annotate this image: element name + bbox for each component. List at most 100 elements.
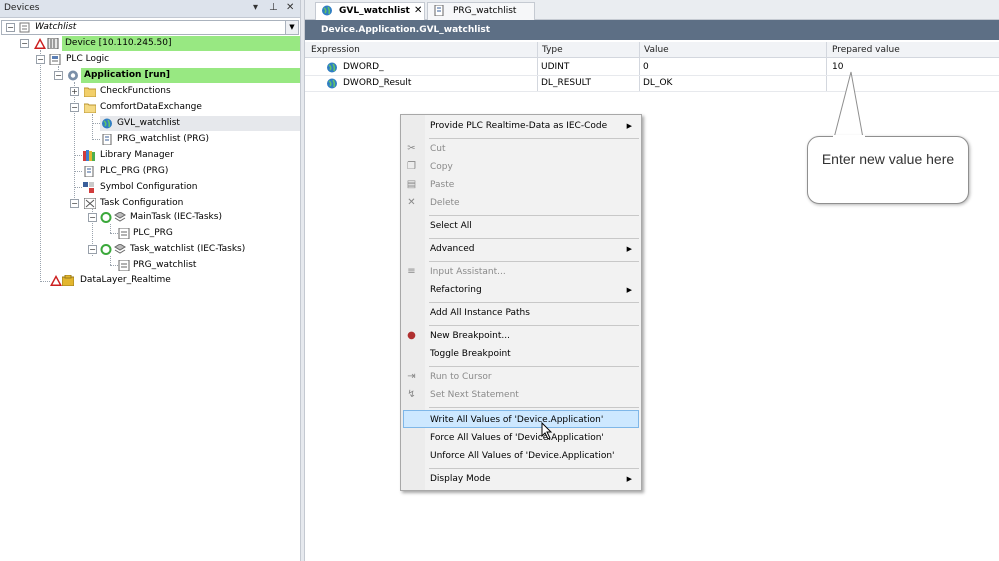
callout-pointer — [833, 71, 864, 139]
devices-pane: Devices ▾ ⊥ ✕ − Watchlist ▼ − Device [10… — [0, 0, 300, 561]
tab-strip: GVL_watchlist ✕ PRG_watchlist — [305, 0, 999, 20]
tree-node-comfortdataexchange[interactable]: − ComfortDataExchange — [70, 100, 300, 115]
menu-item-select-all[interactable]: Select All — [403, 217, 639, 235]
menu-item-label: Set Next Statement — [430, 390, 519, 400]
tab-close-icon[interactable]: ✕ — [414, 3, 422, 19]
tree-label: Device [10.110.245.50] — [65, 38, 172, 48]
menu-item-label: Provide PLC Realtime-Data as IEC-Code — [430, 121, 608, 131]
menu-item-provide-realtime-data[interactable]: Provide PLC Realtime-Data as IEC-Code ▶ — [403, 117, 639, 135]
collapse-toggle[interactable]: − — [6, 23, 15, 32]
refresh-cycle-icon — [100, 212, 112, 223]
cell-expression: DWORD_Result — [343, 78, 412, 88]
cut-icon: ✂ — [407, 143, 416, 154]
application-gear-icon — [68, 70, 78, 81]
tree-node-prg-watchlist-call[interactable]: PRG_watchlist — [118, 258, 300, 273]
pane-options-icon[interactable]: ▾ — [253, 2, 258, 13]
tree-label: Task_watchlist (IEC-Tasks) — [130, 244, 246, 254]
tree-node-prg-watchlist[interactable]: PRG_watchlist (PRG) — [100, 132, 300, 147]
table-row[interactable]: DWORD_Result DL_RESULT DL_OK — [305, 76, 999, 92]
table-row[interactable]: DWORD_ UDINT 0 10 — [305, 60, 999, 76]
globe-icon — [102, 118, 112, 129]
devices-title: Devices — [4, 3, 40, 13]
collapse-toggle[interactable]: − — [70, 103, 79, 112]
menu-item-force-all-values[interactable]: Force All Values of 'Device.Application' — [403, 429, 639, 447]
error-triangle-icon — [50, 275, 62, 286]
column-header-prepared-value[interactable]: Prepared value — [832, 42, 900, 58]
tree-node-application[interactable]: − Application [run] — [54, 68, 300, 83]
tree-label: PLC_PRG (PRG) — [100, 166, 169, 176]
submenu-arrow-icon: ▶ — [626, 245, 632, 253]
tree-node-plc-prg[interactable]: PLC_PRG (PRG) — [82, 164, 300, 179]
tab-gvl-watchlist[interactable]: GVL_watchlist ✕ — [315, 2, 425, 20]
program-icon — [84, 166, 94, 177]
column-header-type[interactable]: Type — [542, 42, 563, 58]
tree-node-checkfunctions[interactable]: + CheckFunctions — [70, 84, 300, 99]
menu-item-paste[interactable]: ▤ Paste — [403, 176, 639, 194]
tree-node-device[interactable]: − Device [10.110.245.50] — [18, 36, 300, 51]
submenu-arrow-icon: ▶ — [626, 122, 632, 130]
tree-label: PRG_watchlist — [133, 260, 197, 270]
submenu-arrow-icon: ▶ — [626, 475, 632, 483]
menu-item-display-mode[interactable]: Display Mode ▶ — [403, 470, 639, 488]
menu-item-add-all-instance-paths[interactable]: Add All Instance Paths — [403, 304, 639, 322]
tab-prg-watchlist[interactable]: PRG_watchlist — [427, 2, 535, 20]
tree-label: PRG_watchlist (PRG) — [117, 134, 209, 144]
tree-node-task-watchlist[interactable]: − Task_watchlist (IEC-Tasks) — [88, 242, 300, 257]
tree-node-plc-logic[interactable]: − PLC Logic — [36, 52, 300, 67]
close-icon[interactable]: ✕ — [286, 2, 294, 13]
tree-node-maintask[interactable]: − MainTask (IEC-Tasks) — [88, 210, 300, 225]
collapse-toggle[interactable]: − — [54, 71, 63, 80]
globe-icon — [327, 62, 337, 73]
run-to-cursor-icon: ⇥ — [407, 371, 416, 382]
menu-item-set-next-statement[interactable]: ↯ Set Next Statement — [403, 386, 639, 404]
tree-node-library-manager[interactable]: Library Manager — [82, 148, 300, 163]
expand-toggle[interactable]: + — [70, 87, 79, 96]
collapse-toggle[interactable]: − — [20, 39, 29, 48]
menu-item-refactoring[interactable]: Refactoring ▶ — [403, 281, 639, 299]
watchlist-dropdown[interactable]: − Watchlist ▼ — [1, 20, 299, 35]
tree-node-datalayer-realtime[interactable]: DataLayer_Realtime — [50, 273, 300, 288]
menu-item-label: Paste — [430, 180, 455, 190]
tree-node-plc-prg-call[interactable]: PLC_PRG — [118, 226, 300, 241]
folder-icon — [84, 87, 96, 97]
menu-item-toggle-breakpoint[interactable]: Toggle Breakpoint — [403, 345, 639, 363]
paste-icon: ▤ — [406, 179, 417, 190]
menu-item-new-breakpoint[interactable]: ● New Breakpoint... — [403, 327, 639, 345]
globe-icon — [322, 5, 332, 16]
menu-item-unforce-all-values[interactable]: Unforce All Values of 'Device.Applicatio… — [403, 447, 639, 465]
menu-item-label: Delete — [430, 198, 460, 208]
menu-item-delete[interactable]: ✕ Delete — [403, 194, 639, 212]
device-icon — [47, 38, 59, 49]
callout-pointer-joint — [833, 135, 865, 138]
cell-type: DL_RESULT — [541, 78, 591, 88]
tree-label: PLC_PRG — [133, 228, 173, 238]
menu-item-run-to-cursor[interactable]: ⇥ Run to Cursor — [403, 368, 639, 386]
column-header-expression[interactable]: Expression — [311, 42, 360, 58]
collapse-toggle[interactable]: − — [88, 245, 97, 254]
collapse-toggle[interactable]: − — [88, 213, 97, 222]
tree-node-symbol-configuration[interactable]: Symbol Configuration — [82, 180, 300, 195]
menu-item-label: Copy — [430, 162, 453, 172]
tree-node-gvl-watchlist[interactable]: GVL_watchlist — [100, 116, 300, 131]
pin-icon[interactable]: ⊥ — [269, 2, 278, 13]
library-icon — [83, 150, 95, 161]
menu-item-advanced[interactable]: Advanced ▶ — [403, 240, 639, 258]
datalayer-icon — [62, 275, 74, 286]
editor-header: Device.Application.GVL_watchlist — [305, 20, 999, 40]
symbol-config-icon — [83, 182, 94, 193]
menu-item-copy[interactable]: ❐ Copy — [403, 158, 639, 176]
tree-node-task-configuration[interactable]: − Task Configuration — [70, 196, 300, 211]
collapse-toggle[interactable]: − — [70, 199, 79, 208]
chevron-down-icon[interactable]: ▼ — [285, 21, 298, 34]
menu-item-input-assistant[interactable]: ≡ Input Assistant... — [403, 263, 639, 281]
cell-value: 0 — [643, 62, 649, 72]
column-header-value[interactable]: Value — [644, 42, 669, 58]
tree-label: Application [run] — [84, 70, 171, 80]
callout-text: Enter new value here — [821, 151, 955, 167]
collapse-toggle[interactable]: − — [36, 55, 45, 64]
tree-label: Task Configuration — [100, 198, 184, 208]
input-assistant-icon: ≡ — [407, 266, 416, 277]
menu-item-write-all-values[interactable]: Write All Values of 'Device.Application' — [403, 410, 639, 428]
tree-label: PLC Logic — [66, 54, 110, 64]
menu-item-cut[interactable]: ✂ Cut — [403, 140, 639, 158]
